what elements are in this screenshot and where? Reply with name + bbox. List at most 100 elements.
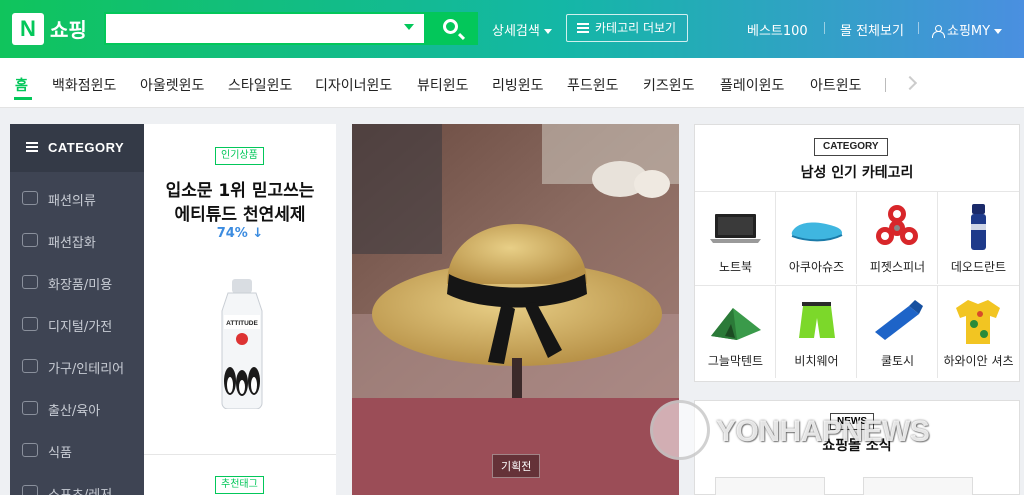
category-item-fidget-spinner[interactable]: 피젯스피너 <box>857 191 938 284</box>
nav-tab-style[interactable]: 스타일윈도 <box>228 75 292 95</box>
deodorant-icon <box>971 204 986 250</box>
all-malls-link[interactable]: 몰 전체보기 <box>840 20 904 39</box>
nav-tab-food[interactable]: 푸드윈도 <box>567 75 619 95</box>
sidebar-item-label: 디지털/가전 <box>48 320 113 335</box>
nav-tab-outlet[interactable]: 아울렛윈도 <box>140 75 204 95</box>
detail-search-label: 상세검색 <box>492 24 540 39</box>
top-header: N 쇼핑 상세검색 카테고리 더보기 베스트100 몰 전체보기 쇼핑MY <box>0 0 1024 58</box>
chevron-down-icon <box>994 29 1003 34</box>
stroller-icon <box>22 401 38 415</box>
exhibition-label[interactable]: 기획전 <box>492 454 541 478</box>
detergent-bottle-image: ATTITUDE <box>221 279 263 409</box>
nav-tab-beauty[interactable]: 뷰티윈도 <box>417 75 469 95</box>
nav-tab-living[interactable]: 리빙윈도 <box>492 75 544 95</box>
sidebar-item-label: 패션의류 <box>48 194 96 209</box>
camera-icon <box>22 317 38 331</box>
my-shopping-link[interactable]: 쇼핑MY <box>932 20 1003 39</box>
user-icon <box>932 25 945 38</box>
sidebar-item-sports[interactable]: 스포츠/레저 <box>10 478 144 495</box>
recommended-tag: 추천태그 <box>215 476 264 494</box>
nav-tab-home[interactable]: 홈 <box>15 75 28 95</box>
category-tag: CATEGORY <box>814 138 888 156</box>
laptop-icon <box>710 214 761 243</box>
category-more-button[interactable]: 카테고리 더보기 <box>566 14 688 42</box>
sidebar-item-accessories[interactable]: 패션잡화 <box>10 226 144 256</box>
category-more-label: 카테고리 더보기 <box>595 21 677 35</box>
bottle-brand-text: ATTITUDE <box>226 320 258 327</box>
promo-panel[interactable]: 인기상품 입소문 1위 믿고쓰는 에티튜드 천연세제 74% ↓ ATTITUD… <box>144 124 336 495</box>
sidebar-item-label: 화장품/미용 <box>48 278 113 293</box>
search-icon <box>443 19 458 34</box>
header-divider <box>918 22 919 34</box>
category-item-deodorant[interactable]: 데오드란트 <box>938 191 1019 284</box>
chevron-right-icon[interactable] <box>902 75 918 91</box>
cosmetics-icon <box>22 275 38 289</box>
straw-hat-photo <box>352 124 679 398</box>
hawaiian-shirt-icon <box>956 300 1000 344</box>
discount-rate: 74% ↓ <box>216 226 264 241</box>
sidebar-item-fashion[interactable]: 패션의류 <box>10 184 144 214</box>
bag-icon <box>22 233 38 247</box>
arm-sleeve-icon <box>875 300 923 340</box>
popular-product-tag: 인기상품 <box>215 147 264 165</box>
swim-shorts-icon <box>799 302 835 338</box>
sidebar-item-label: 식품 <box>48 446 72 461</box>
popular-category-panel: CATEGORY 남성 인기 카테고리 노트북 아쿠아슈즈 피젯스피너 데오드란… <box>694 124 1020 382</box>
search-input[interactable] <box>104 12 426 45</box>
category-item-label: 데오드란트 <box>950 260 1007 274</box>
category-item-label: 아쿠아슈즈 <box>788 260 845 274</box>
sidebar-item-label: 스포츠/레저 <box>48 484 112 495</box>
sports-icon <box>22 485 38 495</box>
detail-search-button[interactable]: 상세검색 <box>492 20 552 39</box>
naver-logo[interactable]: N <box>12 13 44 45</box>
promo-title-line2: 에티튜드 천연세제 <box>174 205 306 225</box>
promo-divider <box>144 454 336 455</box>
sidebar-item-furniture[interactable]: 가구/인테리어 <box>10 352 144 382</box>
hero-banner[interactable]: 기획전 <box>352 124 679 495</box>
category-item-cool-sleeve[interactable]: 쿨토시 <box>857 285 938 378</box>
category-item-tent[interactable]: 그늘막텐트 <box>695 285 776 378</box>
category-sidebar-header[interactable]: CATEGORY <box>10 124 144 172</box>
shirt-icon <box>22 191 38 205</box>
nav-divider <box>885 78 886 92</box>
sidebar-item-food[interactable]: 식품 <box>10 436 144 466</box>
category-item-beachwear[interactable]: 비치웨어 <box>776 285 857 378</box>
sidebar-item-label: 패션잡화 <box>48 236 96 251</box>
shopping-logo-text[interactable]: 쇼핑 <box>50 14 87 43</box>
aqua-shoes-icon <box>791 222 843 242</box>
active-tab-indicator <box>14 97 32 100</box>
nav-tab-art[interactable]: 아트윈도 <box>810 75 862 95</box>
news-thumbnail[interactable] <box>863 477 973 495</box>
category-item-label: 비치웨어 <box>794 354 839 368</box>
tent-icon <box>711 308 761 340</box>
fidget-spinner-icon <box>876 205 918 245</box>
category-item-label: 노트북 <box>718 260 753 274</box>
sidebar-item-baby[interactable]: 출산/육아 <box>10 394 144 424</box>
lamp-icon <box>22 359 38 373</box>
shopping-page: N 쇼핑 상세검색 카테고리 더보기 베스트100 몰 전체보기 쇼핑MY 홈 … <box>0 0 1024 495</box>
promo-title-line1: 입소문 1위 믿고쓰는 <box>165 181 315 201</box>
category-item-label: 하와이안 셔츠 <box>943 354 1014 368</box>
nav-tab-play[interactable]: 플레이윈도 <box>720 75 784 95</box>
search-dropdown-caret-icon[interactable] <box>404 24 414 30</box>
search-button[interactable] <box>426 12 478 45</box>
nav-tab-kids[interactable]: 키즈윈도 <box>643 75 695 95</box>
yonhap-watermark: YONHAPNEWS <box>650 398 1010 468</box>
news-thumbnail[interactable] <box>715 477 825 495</box>
hero-caption-band <box>352 398 679 495</box>
category-item-laptop[interactable]: 노트북 <box>695 191 776 284</box>
sidebar-item-digital[interactable]: 디지털/가전 <box>10 310 144 340</box>
sidebar-item-cosmetics[interactable]: 화장품/미용 <box>10 268 144 298</box>
best100-link[interactable]: 베스트100 <box>747 20 808 39</box>
category-item-label: 그늘막텐트 <box>707 354 764 368</box>
sidebar-item-label: 출산/육아 <box>48 404 101 419</box>
yonhap-logo-icon <box>650 400 710 460</box>
sidebar-item-label: 가구/인테리어 <box>48 362 125 377</box>
category-item-hawaiian-shirt[interactable]: 하와이안 셔츠 <box>938 285 1019 378</box>
category-sidebar: CATEGORY 패션의류 패션잡화 화장품/미용 디지털/가전 가구/인테리어… <box>10 124 144 495</box>
nav-tab-department[interactable]: 백화점윈도 <box>52 75 116 95</box>
category-item-aqua-shoes[interactable]: 아쿠아슈즈 <box>776 191 857 284</box>
menu-icon <box>26 142 38 152</box>
nav-tab-designer[interactable]: 디자이너윈도 <box>315 75 392 95</box>
header-divider <box>824 22 825 34</box>
